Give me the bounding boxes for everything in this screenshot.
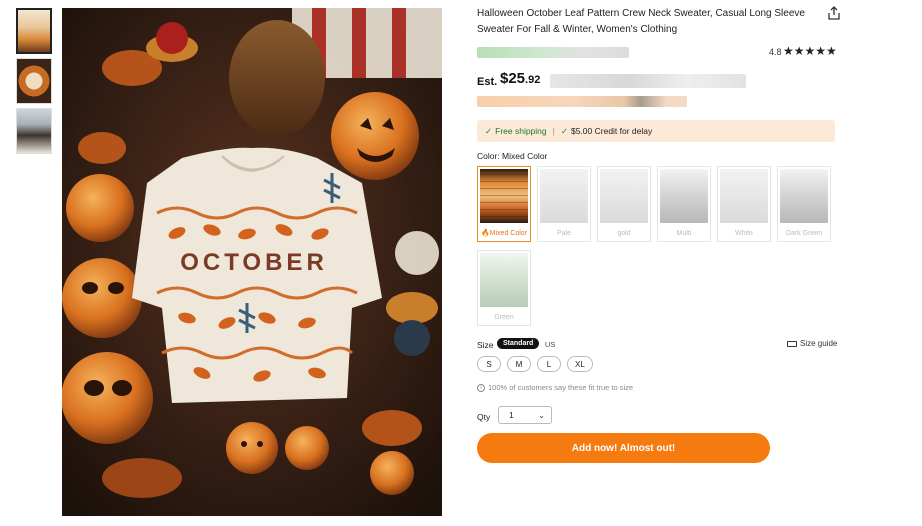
fit-note-text: 100% of customers say these fit true to …	[488, 383, 634, 392]
size-row: Size Standard US Size guide	[477, 338, 847, 352]
swatch-green[interactable]: Green	[477, 250, 531, 326]
thumbnail-1[interactable]	[16, 8, 52, 54]
info-icon: i	[477, 383, 485, 392]
swatch-image	[600, 169, 648, 223]
swatch-image	[660, 169, 708, 223]
swatch-mixed-color[interactable]: 🔥Mixed Color	[477, 166, 531, 242]
add-to-cart-button[interactable]: Add now! Almost out!	[477, 433, 770, 463]
swatch-label: Pale	[556, 230, 571, 237]
check-icon: ✓	[485, 125, 493, 136]
price-value: $25.92	[500, 70, 540, 87]
swatch-image	[480, 169, 528, 223]
check-icon: ✓	[560, 125, 568, 136]
quantity-label: Qty	[477, 412, 491, 422]
swatch-label: 🔥Mixed Color	[478, 229, 530, 237]
blurred-price-info	[550, 74, 746, 88]
size-label: Size	[477, 340, 494, 350]
shipping-bar[interactable]: ✓ Free shipping | ✓ $5.00 Credit for del…	[477, 120, 835, 142]
price-whole: 25	[508, 70, 526, 87]
blurred-promo-info	[477, 96, 687, 107]
size-option-s[interactable]: S	[477, 356, 501, 372]
sweater-text: OCTOBER	[180, 249, 328, 276]
size-standard-toggle[interactable]: Standard	[497, 338, 540, 349]
share-icon-svg	[828, 6, 840, 20]
color-label: Color: Mixed Color	[477, 151, 548, 161]
quantity-value: 1	[509, 410, 514, 420]
ruler-icon	[787, 340, 797, 347]
chevron-down-icon: ⌄	[538, 411, 545, 420]
swatch-gold[interactable]: gold	[597, 166, 651, 242]
swatch-image	[720, 169, 768, 223]
swatch-label: Dark Green	[785, 230, 823, 237]
size-guide-label: Size guide	[800, 339, 838, 348]
swatch-label: Green	[494, 314, 514, 321]
swatch-label-text: Mixed Color	[489, 230, 528, 237]
swatch-pale[interactable]: Pale	[537, 166, 591, 242]
thumbnail-image	[18, 10, 50, 52]
star-rating-icon[interactable]: ★★★★★	[783, 44, 837, 58]
swatch-label: Multi	[676, 230, 692, 237]
free-shipping-label: Free shipping	[495, 126, 547, 136]
swatch-label: White	[735, 230, 753, 237]
quantity-select[interactable]: 1 ⌄	[498, 406, 552, 424]
flame-icon: 🔥	[480, 230, 490, 237]
main-product-image[interactable]: OCTOBER	[62, 8, 442, 516]
product-title: Halloween October Leaf Pattern Crew Neck…	[477, 8, 805, 35]
divider: |	[552, 126, 555, 136]
swatch-multi[interactable]: Multi	[657, 166, 711, 242]
thumbnail-image	[17, 109, 51, 153]
rating-row: 4.8 ★★★★★	[477, 44, 847, 60]
blurred-info	[477, 47, 629, 58]
size-option-xl[interactable]: XL	[567, 356, 593, 372]
swatch-white[interactable]: White	[717, 166, 771, 242]
price-row: Est. $25.92	[477, 70, 847, 107]
swatch-dark-green[interactable]: Dark Green	[777, 166, 831, 242]
thumbnail-image	[17, 59, 51, 103]
size-option-l[interactable]: L	[537, 356, 561, 372]
swatch-image	[480, 253, 528, 307]
fit-note: i 100% of customers say these fit true t…	[477, 383, 633, 392]
price-prefix: Est.	[477, 76, 498, 88]
swatch-image	[780, 169, 828, 223]
size-option-m[interactable]: M	[507, 356, 531, 372]
thumbnail-2[interactable]	[16, 58, 52, 104]
share-icon[interactable]	[827, 6, 843, 22]
swatch-label: gold	[617, 230, 631, 237]
swatch-image	[540, 169, 588, 223]
thumbnail-list	[16, 8, 52, 158]
size-us-toggle[interactable]: US	[545, 340, 555, 349]
thumbnail-3[interactable]	[16, 108, 52, 154]
size-guide-link[interactable]: Size guide	[787, 339, 837, 348]
size-options: S M L XL	[477, 356, 593, 372]
delay-credit-label: $5.00 Credit for delay	[570, 126, 653, 136]
product-photo: OCTOBER	[62, 8, 442, 516]
product-info-panel: Halloween October Leaf Pattern Crew Neck…	[477, 6, 847, 463]
rating-value: 4.8	[769, 47, 782, 57]
price-cents: .92	[525, 74, 541, 86]
